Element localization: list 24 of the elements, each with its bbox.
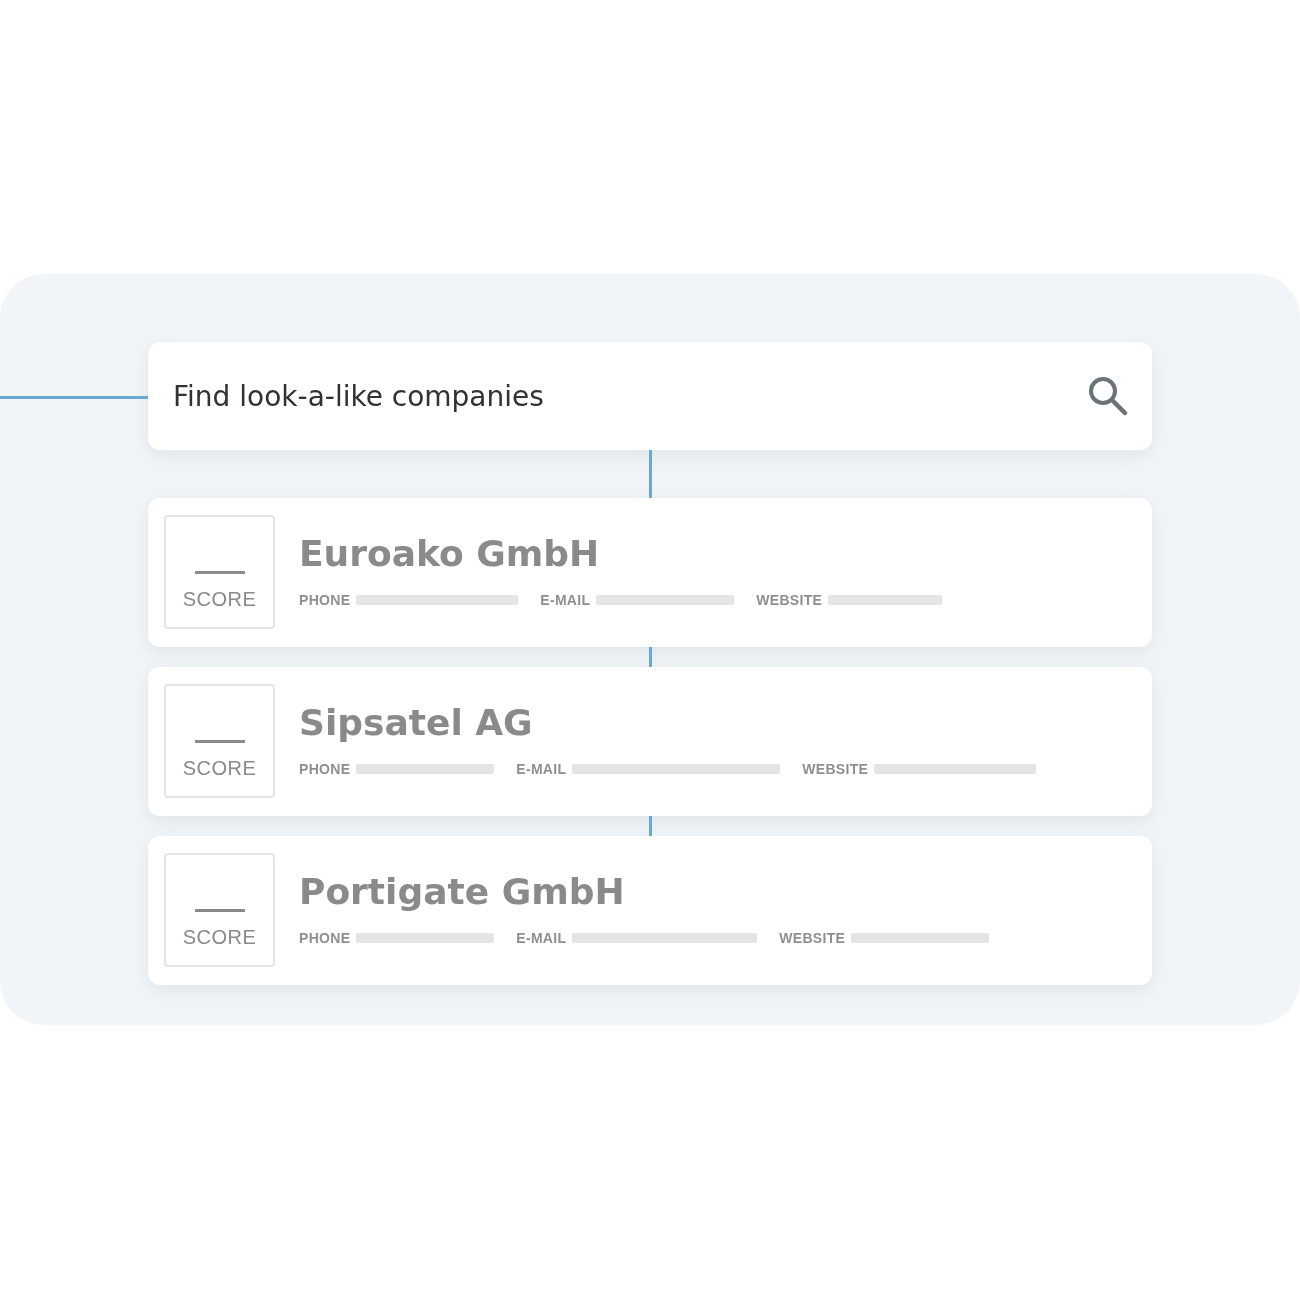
score-label: SCORE [182, 757, 257, 780]
field-label: WEBSITE [802, 761, 869, 777]
score-label: SCORE [182, 588, 257, 611]
field-label: E-MAIL [516, 930, 567, 946]
field-label: PHONE [299, 930, 351, 946]
score-dash-icon [194, 571, 245, 574]
field-label: PHONE [299, 592, 351, 608]
search-icon[interactable] [1086, 374, 1130, 418]
company-name: Sipsatel AG [299, 702, 534, 743]
score-label: SCORE [182, 926, 257, 949]
field-label: E-MAIL [516, 761, 567, 777]
field-label: WEBSITE [756, 592, 823, 608]
score-dash-icon [194, 909, 245, 912]
connector-line [648, 647, 652, 667]
company-name: Portigate GmbH [299, 871, 626, 912]
field-label: E-MAIL [540, 592, 591, 608]
field-label: WEBSITE [779, 930, 846, 946]
search-query[interactable]: Find look-a-like companies [173, 379, 1086, 413]
company-name: Euroako GmbH [299, 533, 601, 574]
connector-line [648, 450, 652, 498]
connector-line [648, 816, 652, 836]
field-label: PHONE [299, 761, 351, 777]
search-field[interactable]: Find look-a-like companies [148, 342, 1152, 450]
score-dash-icon [194, 740, 245, 743]
